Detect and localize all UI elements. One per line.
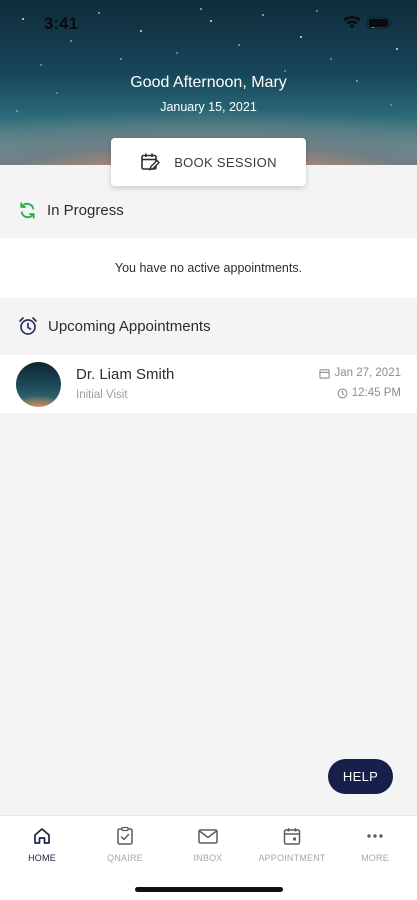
more-dots-icon: [367, 834, 383, 838]
calendar-edit-icon: [141, 153, 161, 171]
tab-more[interactable]: MORE: [333, 826, 417, 863]
refresh-icon: [20, 201, 35, 219]
tab-home[interactable]: HOME: [0, 826, 84, 863]
doctor-name: Dr. Liam Smith: [76, 366, 175, 383]
in-progress-empty-state: You have no active appointments.: [0, 238, 417, 298]
tab-inbox-label: INBOX: [193, 853, 223, 863]
appointment-date-text: Jan 27, 2021: [334, 367, 401, 379]
status-bar: 3:41: [0, 12, 417, 36]
tab-appointment[interactable]: APPOINTMENT: [250, 826, 334, 863]
book-session-label: BOOK SESSION: [174, 154, 277, 170]
tab-inbox[interactable]: INBOX: [166, 826, 250, 863]
status-time: 3:41: [44, 14, 79, 33]
empty-message: You have no active appointments.: [114, 261, 303, 275]
appointment-row[interactable]: Dr. Liam Smith Initial Visit Jan 27, 202…: [0, 355, 417, 413]
battery-icon: [367, 16, 393, 29]
home-icon: [34, 828, 50, 844]
tab-qnaire-label: QNAIRE: [107, 853, 143, 863]
upcoming-title: Upcoming Appointments: [48, 317, 211, 335]
clipboard-check-icon: [117, 826, 133, 845]
upcoming-appointments-header: Upcoming Appointments: [0, 304, 417, 348]
visit-type: Initial Visit: [76, 389, 128, 401]
calendar-small-icon: [319, 368, 331, 379]
alarm-clock-icon: [19, 317, 37, 335]
tab-qnaire[interactable]: QNAIRE: [83, 826, 167, 863]
tab-appointment-label: APPOINTMENT: [258, 853, 326, 863]
in-progress-header: In Progress: [0, 188, 417, 232]
tab-more-label: MORE: [361, 853, 389, 863]
wifi-icon: [343, 16, 361, 29]
home-indicator[interactable]: [135, 887, 283, 892]
greeting-text: Good Afternoon, Mary: [130, 74, 287, 91]
help-button[interactable]: HELP: [328, 759, 393, 794]
appointment-time: 12:45 PM: [337, 387, 401, 399]
current-date: January 15, 2021: [160, 100, 257, 114]
clock-icon: [337, 388, 348, 398]
appointment-time-text: 12:45 PM: [351, 387, 401, 399]
in-progress-title: In Progress: [47, 201, 124, 219]
tab-home-label: HOME: [28, 853, 56, 863]
doctor-avatar: [16, 362, 61, 407]
status-icons: [343, 16, 393, 29]
mail-icon: [198, 829, 218, 844]
calendar-icon: [283, 828, 301, 845]
appointment-date: Jan 27, 2021: [319, 367, 401, 379]
book-session-button[interactable]: BOOK SESSION: [111, 138, 306, 186]
